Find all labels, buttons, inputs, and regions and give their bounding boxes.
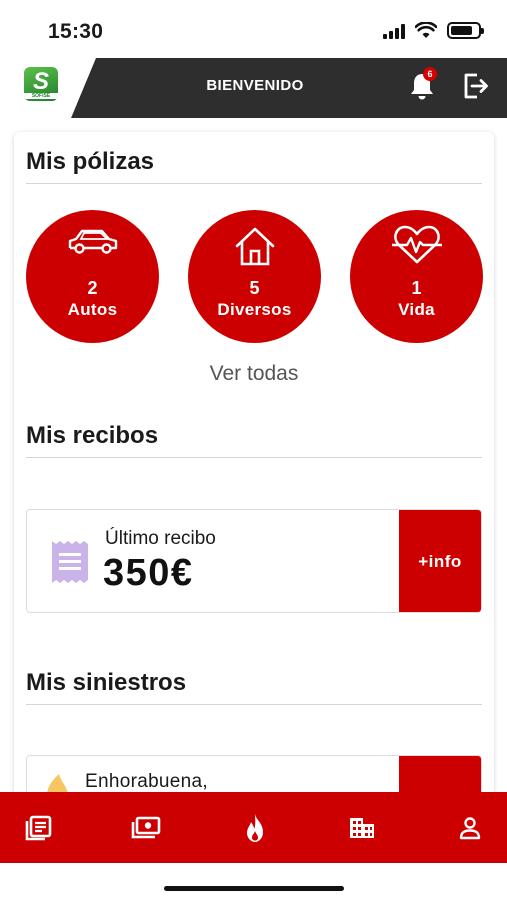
header-title: BIENVENIDO (206, 77, 304, 94)
nav-claims[interactable] (225, 792, 285, 863)
receipt-icon (52, 541, 88, 583)
last-receipt-card: Último recibo 350€ +info (26, 509, 482, 613)
company-icon (350, 817, 374, 838)
sofise-logo[interactable]: S SOFISE (24, 67, 58, 101)
policy-count: 2 (87, 278, 98, 298)
heart-pulse-icon (391, 225, 442, 264)
policy-diversos[interactable]: 5 Diversos (188, 210, 321, 343)
cellular-signal-icon (383, 23, 405, 39)
receipts-title: Mis recibos (26, 422, 159, 449)
battery-icon (447, 22, 484, 39)
receipts-icon (131, 816, 161, 838)
see-all-policies-link[interactable]: Ver todas (14, 362, 494, 386)
nav-receipts[interactable] (116, 792, 176, 863)
policy-count: 1 (411, 278, 422, 298)
claims-divider (26, 704, 482, 705)
profile-icon (459, 816, 481, 839)
app-header: S SOFISE BIENVENIDO 6 (0, 58, 507, 118)
status-bar: 15:30 (0, 0, 507, 58)
policy-label: Diversos (217, 300, 292, 319)
policy-autos[interactable]: 2 Autos (26, 210, 159, 343)
claims-title: Mis siniestros (26, 669, 187, 696)
claims-fire-icon (247, 813, 263, 842)
nav-profile[interactable] (440, 792, 500, 863)
car-icon (68, 229, 117, 254)
last-receipt-label: Último recibo (105, 528, 216, 549)
wifi-icon (415, 22, 437, 38)
receipt-info-button[interactable]: +info (399, 510, 481, 612)
nav-company[interactable] (332, 792, 392, 863)
policies-divider (26, 183, 482, 184)
house-icon (235, 227, 274, 266)
policy-vida[interactable]: 1 Vida (350, 210, 483, 343)
nav-policies[interactable] (8, 792, 68, 863)
bottom-nav (0, 792, 507, 863)
receipts-divider (26, 457, 482, 458)
logout-icon[interactable] (460, 70, 490, 102)
status-time: 15:30 (48, 20, 104, 43)
dashboard-card: Mis pólizas 2 Autos 5 Diversos 1 Vida Ve… (14, 132, 494, 812)
home-indicator[interactable] (164, 886, 344, 891)
last-receipt-amount: 350€ (103, 552, 194, 594)
policy-count: 5 (249, 278, 260, 298)
policy-label: Vida (398, 300, 435, 319)
policy-label: Autos (67, 300, 118, 319)
status-icons (383, 22, 484, 39)
claims-message: Enhorabuena, (85, 771, 208, 792)
policies-icon (25, 815, 52, 840)
policies-title: Mis pólizas (26, 148, 155, 175)
notification-badge: 6 (423, 67, 437, 81)
